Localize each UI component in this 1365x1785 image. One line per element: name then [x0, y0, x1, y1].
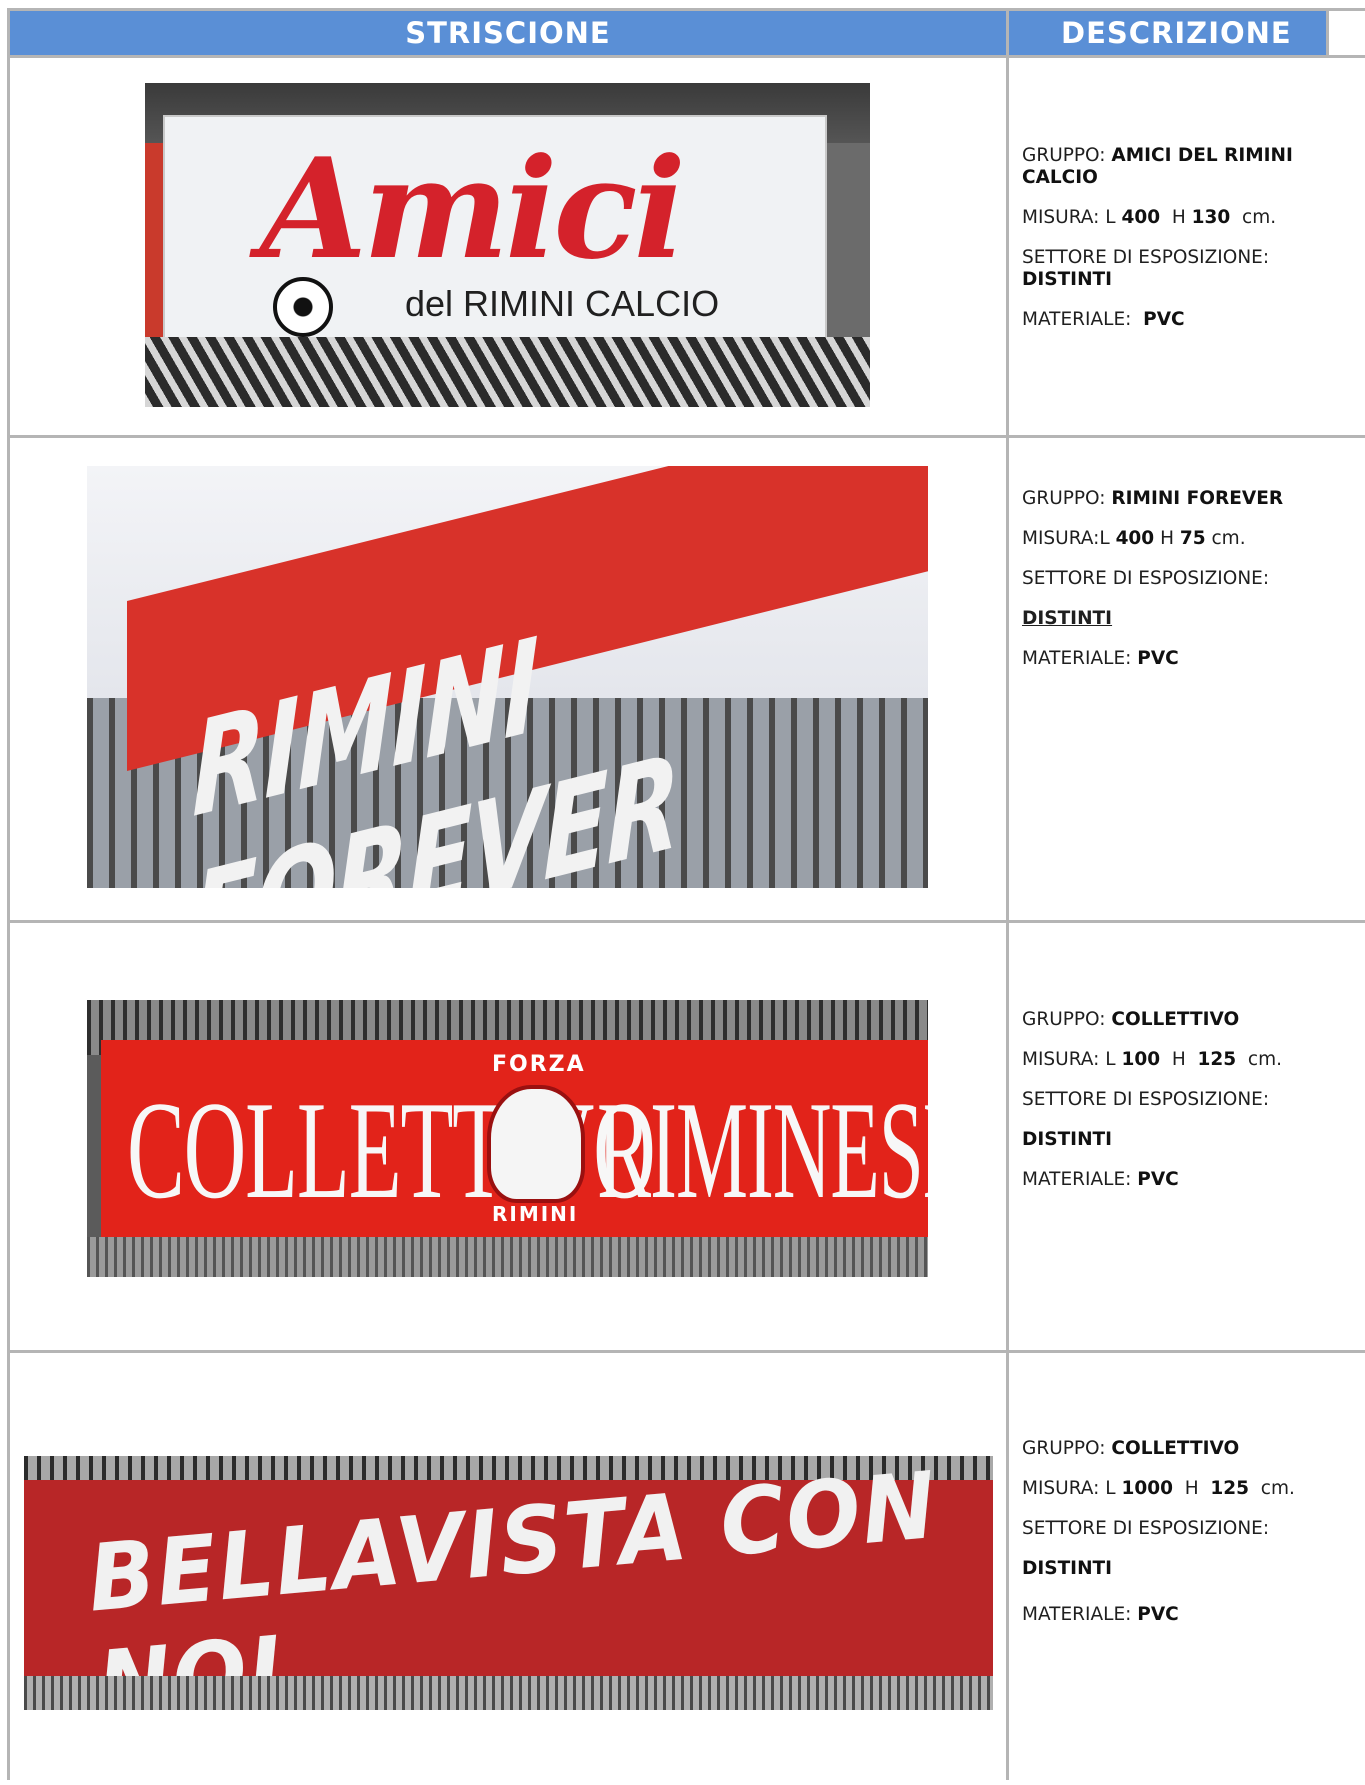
unit: cm. [1260, 1478, 1295, 1499]
misura-h: 125 [1210, 1478, 1250, 1499]
materiale-value: PVC [1143, 309, 1185, 330]
description-cell: GRUPPO: AMICI DEL RIMINI CALCIO MISURA: … [1009, 58, 1365, 435]
banner-cell: Amici del RIMINI CALCIO [10, 58, 1009, 435]
header-striscione: STRISCIONE [10, 11, 1009, 55]
materiale-value: PVC [1137, 1169, 1179, 1190]
banner-photo-bellavista: BELLAVISTA CON NOI [24, 1456, 993, 1710]
gruppo-label: GRUPPO: [1022, 145, 1106, 166]
banner-photo-collettivo-riminese: COLLETTIVO FORZA RIMINI RIMINESE [87, 1000, 928, 1277]
settore-label: SETTORE DI ESPOSIZIONE: [1022, 247, 1270, 268]
table-row: RIMINI FOREVER GRUPPO: RIMINI FOREVER MI… [10, 435, 1365, 920]
table-row: Amici del RIMINI CALCIO GRUPPO: AMICI DE… [10, 55, 1365, 435]
description-cell: GRUPPO: COLLETTIVO MISURA: L 100 H 125 c… [1009, 923, 1365, 1350]
misura-l: 100 [1121, 1049, 1161, 1070]
banner-cell: BELLAVISTA CON NOI [10, 1353, 1009, 1780]
description: GRUPPO: COLLETTIVO MISURA: L 100 H 125 c… [1022, 1009, 1365, 1191]
gruppo-value: RIMINI FOREVER [1111, 488, 1284, 509]
settore-label: SETTORE DI ESPOSIZIONE: [1022, 1518, 1270, 1539]
header-descrizione: DESCRIZIONE [1009, 11, 1329, 55]
materiale-label: MATERIALE: [1022, 309, 1132, 330]
banner-main-text: Amici [260, 127, 686, 290]
materiale-label: MATERIALE: [1022, 1169, 1132, 1190]
table-header: STRISCIONE DESCRIZIONE [10, 11, 1365, 55]
materiale-label: MATERIALE: [1022, 1604, 1132, 1625]
description: GRUPPO: AMICI DEL RIMINI CALCIO MISURA: … [1022, 145, 1365, 331]
misura-label: MISURA: [1022, 207, 1100, 228]
banner-right-text: RIMINESE [597, 1073, 928, 1228]
gruppo-label: GRUPPO: [1022, 1009, 1106, 1030]
banner-photo-rimini-forever: RIMINI FOREVER [87, 466, 928, 888]
gruppo-value: COLLETTIVO [1111, 1438, 1240, 1459]
banner-cell: RIMINI FOREVER [10, 438, 1009, 920]
misura-l: 400 [1121, 207, 1161, 228]
settore-value: DISTINTI [1022, 1558, 1113, 1579]
unit: cm. [1211, 528, 1246, 549]
football-icon [273, 277, 333, 337]
description: GRUPPO: RIMINI FOREVER MISURA:L 400 H 75… [1022, 488, 1365, 670]
misura-label: MISURA: [1022, 1478, 1100, 1499]
misura-h: 130 [1191, 207, 1231, 228]
gruppo-value: COLLETTIVO [1111, 1009, 1240, 1030]
settore-value: DISTINTI [1022, 1129, 1113, 1150]
description: GRUPPO: COLLETTIVO MISURA: L 1000 H 125 … [1022, 1438, 1365, 1626]
gruppo-label: GRUPPO: [1022, 1438, 1106, 1459]
misura-l: 400 [1115, 528, 1155, 549]
materiale-label: MATERIALE: [1022, 648, 1132, 669]
settore-value: DISTINTI [1022, 269, 1113, 290]
description-cell: GRUPPO: COLLETTIVO MISURA: L 1000 H 125 … [1009, 1353, 1365, 1780]
settore-label: SETTORE DI ESPOSIZIONE: [1022, 568, 1270, 589]
materiale-value: PVC [1137, 648, 1179, 669]
materiale-value: PVC [1137, 1604, 1179, 1625]
misura-label: MISURA: [1022, 1049, 1100, 1070]
description-cell: GRUPPO: RIMINI FOREVER MISURA:L 400 H 75… [1009, 438, 1365, 920]
unit: cm. [1247, 1049, 1282, 1070]
unit: cm. [1242, 207, 1277, 228]
table-row: COLLETTIVO FORZA RIMINI RIMINESE GRUPPO:… [10, 920, 1365, 1350]
settore-value: DISTINTI [1022, 608, 1113, 629]
misura-h: 75 [1179, 528, 1206, 549]
mascot-icon [487, 1085, 585, 1203]
settore-label: SETTORE DI ESPOSIZIONE: [1022, 1089, 1270, 1110]
banner-cell: COLLETTIVO FORZA RIMINI RIMINESE [10, 923, 1009, 1350]
table-row: BELLAVISTA CON NOI GRUPPO: COLLETTIVO MI… [10, 1350, 1365, 1780]
misura-l: 1000 [1121, 1478, 1173, 1499]
banner-forza-text: FORZA [492, 1052, 586, 1077]
banner-table: STRISCIONE DESCRIZIONE Amici del RIMINI … [7, 8, 1365, 1780]
gruppo-label: GRUPPO: [1022, 488, 1106, 509]
banner-photo-amici: Amici del RIMINI CALCIO [145, 83, 870, 407]
misura-label: MISURA: [1022, 528, 1100, 549]
banner-sub-text: del RIMINI CALCIO [405, 283, 720, 324]
misura-h: 125 [1197, 1049, 1237, 1070]
banner-rimini-text: RIMINI [492, 1202, 579, 1226]
